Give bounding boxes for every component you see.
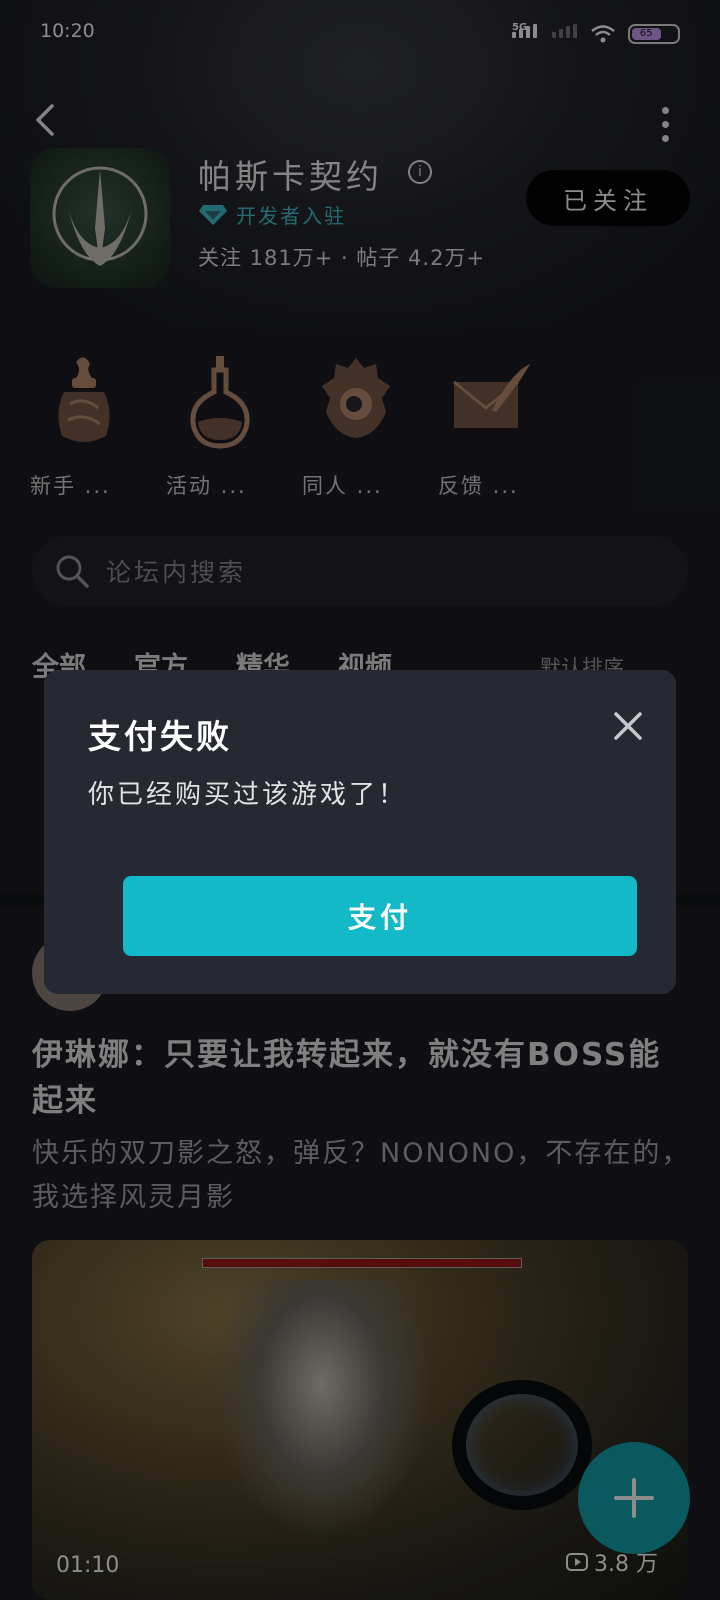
dialog-title: 支付失败 <box>88 717 232 756</box>
dialog-message: 你已经购买过该游戏了！ <box>88 780 408 810</box>
close-icon[interactable] <box>608 706 648 746</box>
payment-failed-dialog: 支付失败 你已经购买过该游戏了！ 支付 <box>44 670 676 994</box>
pay-button[interactable]: 支付 <box>123 876 637 956</box>
forum-page: 10:20 5G 65 帕斯卡契约 i 开发者入驻 关注 181万+ · 帖子 … <box>0 0 720 1600</box>
